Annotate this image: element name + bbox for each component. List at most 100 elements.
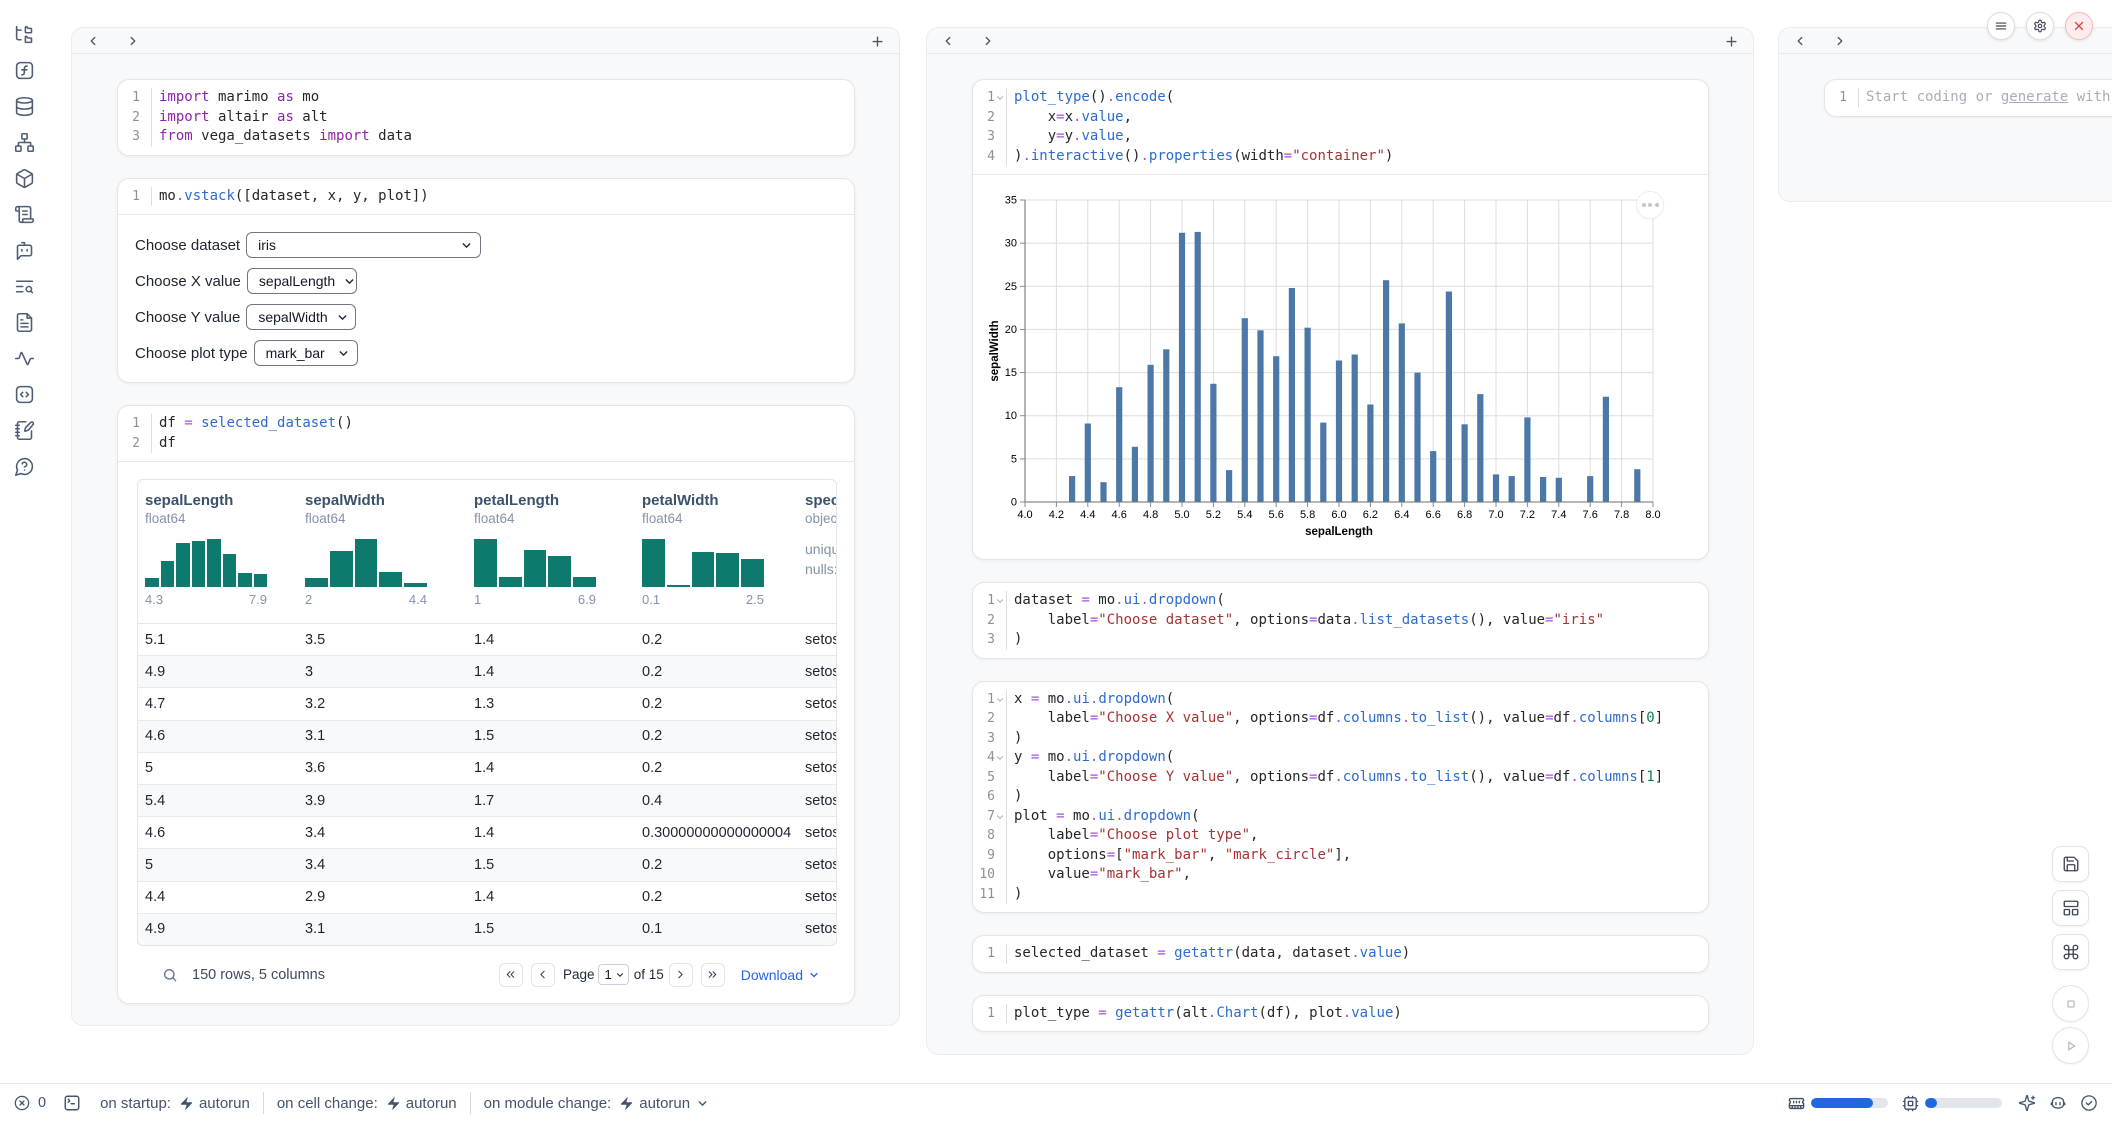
sidebar-item-packages[interactable]	[9, 163, 39, 193]
column-min: 4.3	[145, 592, 163, 607]
last-page-button[interactable]	[701, 963, 725, 987]
copilot-button[interactable]	[2049, 1094, 2067, 1112]
run-all-button[interactable]	[2052, 1027, 2089, 1064]
code-line: df = selected_dataset()	[152, 414, 854, 434]
code-line: selected_dataset = getattr(data, dataset…	[1007, 944, 1708, 964]
code-editor[interactable]: 1plot_type = getattr(alt.Chart(df), plot…	[973, 996, 1708, 1032]
menu-button[interactable]	[1987, 12, 2015, 40]
table-cell: 4.9	[138, 664, 298, 680]
fold-toggle-icon[interactable]	[995, 695, 1005, 705]
sidebar-item-variables[interactable]	[9, 55, 39, 85]
code-editor[interactable]: 1mo.vstack([dataset, x, y, plot])	[118, 179, 854, 215]
table-cell: 2.9	[298, 889, 467, 905]
line-number: 7	[973, 807, 1006, 827]
table-column-header[interactable]: sepalWidthfloat6424.4	[298, 480, 467, 623]
dataframe-output: sepalLengthfloat644.37.9sepalWidthfloat6…	[118, 462, 854, 1003]
table-column-header[interactable]: petalLengthfloat6416.9	[467, 480, 635, 623]
separator	[263, 1092, 264, 1114]
sidebar-item-outline[interactable]	[9, 307, 39, 337]
first-page-button[interactable]	[499, 963, 523, 987]
dropdown-choose-plot-type[interactable]: mark_bar	[254, 340, 358, 366]
sidebar-item-help[interactable]	[9, 451, 39, 481]
histogram-bar	[524, 550, 547, 587]
code-editor[interactable]: 12df = selected_dataset()df	[118, 406, 854, 461]
column-prev-button[interactable]	[935, 28, 961, 54]
code-line: )	[1007, 885, 1708, 905]
dropdown-choose-y-value[interactable]: sepalWidth	[246, 304, 356, 330]
fold-toggle-icon[interactable]	[995, 93, 1005, 103]
fold-toggle-icon[interactable]	[995, 753, 1005, 763]
cell-output: Choose datasetirisChoose X valuesepalLen…	[118, 214, 854, 382]
prev-page-button[interactable]	[531, 963, 555, 987]
column-prev-button[interactable]	[1787, 28, 1813, 54]
column-histogram	[642, 539, 764, 587]
shortcuts-button[interactable]	[2052, 934, 2089, 970]
runtime-config-3[interactable]: on module change:autorun	[484, 1095, 709, 1112]
sidebar-item-documentation[interactable]	[9, 199, 39, 229]
code-editor[interactable]: 1234plot_type().encode( x=x.value, y=y.v…	[973, 80, 1708, 174]
notebook-column-1: 123import marimo as moimport altair as a…	[71, 27, 900, 1026]
sidebar-item-dependencies[interactable]	[9, 127, 39, 157]
download-button[interactable]: Download	[741, 967, 820, 983]
bar	[1336, 361, 1342, 503]
chart-menu-button[interactable]	[1636, 191, 1664, 219]
column-3-body: 1Start coding or generate with AI	[1779, 54, 2112, 117]
control-label: Choose Y value	[135, 309, 240, 326]
errors-button[interactable]	[14, 1095, 30, 1111]
runtime-config-2[interactable]: on cell change:autorun	[277, 1095, 457, 1112]
table-column-header[interactable]: speciesobjectunique:nulls:	[798, 480, 837, 623]
sidebar-item-file-explorer[interactable]	[9, 19, 39, 49]
control-row: Choose plot typemark_bar	[135, 340, 854, 366]
line-number: 1	[118, 414, 151, 434]
sidebar-item-scratchpad[interactable]	[9, 415, 39, 445]
search-icon[interactable]	[162, 967, 178, 983]
column-add-cell-button[interactable]	[864, 28, 890, 54]
sidebar-item-logs[interactable]	[9, 271, 39, 301]
code-editor[interactable]: 1Start coding or generate with AI	[1825, 80, 2112, 116]
code-editor[interactable]: 123dataset = mo.ui.dropdown( label="Choo…	[973, 583, 1708, 658]
save-button[interactable]	[2052, 846, 2089, 882]
code-editor[interactable]: 1selected_dataset = getattr(data, datase…	[973, 936, 1708, 972]
runtime-config-1[interactable]: on startup:autorun	[100, 1095, 250, 1112]
fold-toggle-icon[interactable]	[995, 812, 1005, 822]
terminal-button[interactable]	[63, 1094, 81, 1112]
shutdown-button[interactable]	[2065, 12, 2093, 40]
table-cell: 5.4	[138, 793, 298, 809]
dropdown-choose-x-value[interactable]: sepalLength	[247, 268, 357, 294]
sparkles-button[interactable]	[2018, 1094, 2036, 1112]
table-cell: setosa	[798, 664, 837, 680]
layout-button[interactable]	[2052, 890, 2089, 926]
sidebar-item-snippets[interactable]	[9, 379, 39, 409]
settings-button[interactable]	[2026, 12, 2054, 40]
sidebar-item-tracing[interactable]	[9, 343, 39, 373]
next-page-button[interactable]	[669, 963, 693, 987]
code-line: plot_type = getattr(alt.Chart(df), plot.…	[1007, 1004, 1708, 1024]
status-bar-left: 0on startup:autorunon cell change:autoru…	[14, 1084, 709, 1122]
page-select[interactable]: 1	[598, 964, 628, 985]
dropdown-choose-dataset[interactable]: iris	[246, 232, 481, 258]
column-prev-button[interactable]	[80, 28, 106, 54]
table-row: 53.41.50.2setosa	[138, 849, 837, 881]
column-next-button[interactable]	[975, 28, 1001, 54]
cell: 1Start coding or generate with AI	[1824, 79, 2112, 117]
table-row: 4.63.11.50.2setosa	[138, 721, 837, 753]
bar-chart[interactable]: 4.04.24.44.64.85.05.25.45.65.86.06.26.46…	[973, 175, 1709, 559]
sidebar-item-data-sources[interactable]	[9, 91, 39, 121]
table-column-header[interactable]: sepalLengthfloat644.37.9	[138, 480, 298, 623]
table-cell: 3.4	[298, 857, 467, 873]
column-histogram	[305, 539, 427, 587]
fold-toggle-icon[interactable]	[995, 596, 1005, 606]
circle-check-button[interactable]	[2080, 1094, 2098, 1112]
column-add-cell-button[interactable]	[1718, 28, 1744, 54]
code-editor[interactable]: 1234567891011x = mo.ui.dropdown( label="…	[973, 682, 1708, 913]
column-next-button[interactable]	[120, 28, 146, 54]
stop-all-button[interactable]	[2052, 985, 2089, 1022]
code-line: mo.vstack([dataset, x, y, plot])	[152, 187, 854, 207]
line-number: 10	[973, 865, 1006, 885]
column-next-button[interactable]	[1827, 28, 1853, 54]
code-editor[interactable]: 123import marimo as moimport altair as a…	[118, 80, 854, 155]
control-label: Choose X value	[135, 273, 241, 290]
notebook-pen-icon	[14, 420, 35, 441]
table-column-header[interactable]: petalWidthfloat640.12.5	[635, 480, 798, 623]
sidebar-item-ai-chat[interactable]	[9, 235, 39, 265]
